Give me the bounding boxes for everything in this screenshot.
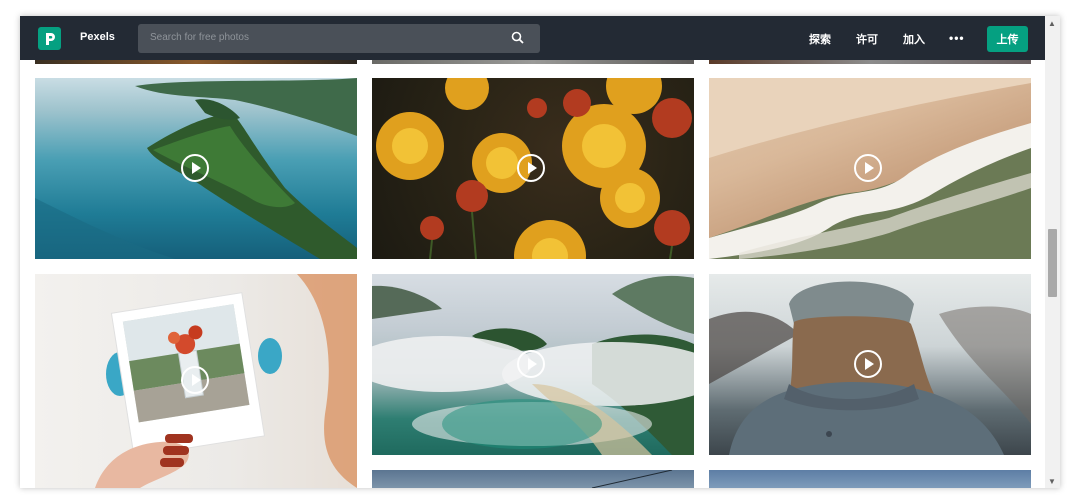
video-tile-partial-1[interactable]	[35, 60, 357, 64]
partial-scene	[591, 470, 673, 488]
pexels-logo-icon	[45, 32, 55, 45]
search-icon[interactable]	[511, 31, 524, 49]
nav-explore[interactable]: 探索	[809, 31, 831, 47]
video-tile-partial-5[interactable]	[709, 470, 1031, 488]
video-tile-partial-3[interactable]	[709, 60, 1031, 64]
video-tile-partial-2[interactable]	[372, 60, 694, 64]
play-icon[interactable]	[181, 154, 209, 182]
nav-join[interactable]: 加入	[903, 31, 925, 47]
scrollbar-thumb[interactable]	[1048, 229, 1057, 297]
play-icon[interactable]	[517, 350, 545, 378]
video-tile-flowers[interactable]	[372, 78, 694, 259]
browser-window: Pexels Search for free photos 探索 许可 加入 •…	[20, 16, 1060, 488]
search-input[interactable]: Search for free photos	[150, 32, 249, 43]
video-tile-partial-4[interactable]	[372, 470, 694, 488]
video-tile-beach[interactable]	[709, 78, 1031, 259]
video-tile-polaroid[interactable]	[35, 274, 357, 488]
video-tile-beanie[interactable]	[709, 274, 1031, 455]
pexels-logo[interactable]	[38, 27, 61, 50]
search-bar[interactable]: Search for free photos	[138, 24, 540, 53]
play-icon[interactable]	[517, 154, 545, 182]
upload-button[interactable]: 上传	[987, 26, 1028, 52]
scroll-up-arrow-icon[interactable]: ▲	[1048, 19, 1056, 28]
video-tile-foggy-coast[interactable]	[372, 274, 694, 455]
brand-name[interactable]: Pexels	[80, 31, 115, 43]
more-icon[interactable]: •••	[949, 31, 965, 45]
vertical-scrollbar[interactable]: ▲ ▼	[1045, 16, 1060, 488]
nav-license[interactable]: 许可	[856, 31, 878, 47]
video-tile-island[interactable]	[35, 78, 357, 259]
play-icon[interactable]	[854, 350, 882, 378]
top-navbar: Pexels Search for free photos 探索 许可 加入 •…	[20, 16, 1045, 60]
play-icon[interactable]	[181, 366, 209, 394]
scroll-down-arrow-icon[interactable]: ▼	[1048, 477, 1056, 486]
play-icon[interactable]	[854, 154, 882, 182]
